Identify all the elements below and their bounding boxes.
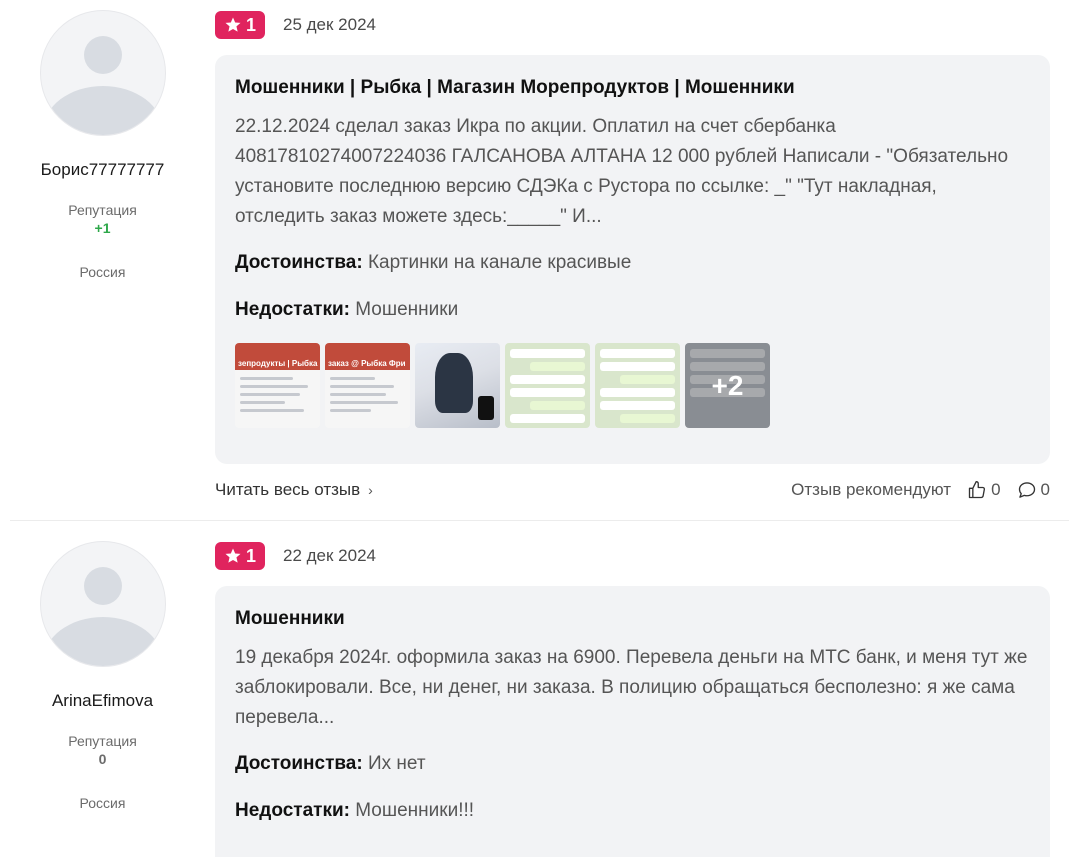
more-photos-count: +2 xyxy=(685,343,770,428)
comment-button[interactable]: 0 xyxy=(1017,480,1050,500)
review-item: ArinaEfimova Репутация 0 Россия 1 22 дек… xyxy=(0,521,1069,857)
reputation-value: +1 xyxy=(94,220,111,236)
photo-thumbnail[interactable]: заказ @ Рыбка Фри xyxy=(325,343,410,428)
pros-text: Картинки на канале красивые xyxy=(367,252,632,273)
avatar[interactable] xyxy=(39,541,166,667)
review-footer: Читать весь отзыв › Отзыв рекомендуют 0 … xyxy=(215,480,1050,500)
author-name[interactable]: Борис77777777 xyxy=(10,160,195,180)
comment-icon xyxy=(1018,482,1035,498)
pros-label: Достоинства: xyxy=(235,252,363,273)
avatar-placeholder-icon xyxy=(83,36,122,74)
read-more-link[interactable]: Читать весь отзыв › xyxy=(215,480,373,500)
rating-value: 1 xyxy=(245,14,256,35)
review-pros: Достоинства: Их нет xyxy=(235,753,1030,775)
cons-label: Недостатки: xyxy=(235,299,350,320)
star-icon xyxy=(225,548,241,563)
review-author: ArinaEfimova Репутация 0 Россия xyxy=(10,541,195,811)
read-more-label: Читать весь отзыв xyxy=(215,480,361,499)
thumbnail-caption: заказ @ Рыбка Фри xyxy=(328,359,406,368)
review-title[interactable]: Мошенники | Рыбка | Магазин Морепродукто… xyxy=(235,77,1030,99)
avatar-placeholder-icon xyxy=(83,567,122,605)
photo-thumbnail[interactable] xyxy=(595,343,680,428)
photo-thumbnail[interactable] xyxy=(505,343,590,428)
review-card: Мошенники | Рыбка | Магазин Морепродукто… xyxy=(215,55,1050,464)
review-stats: Отзыв рекомендуют 0 0 xyxy=(791,480,1050,500)
cons-text: Мошенники xyxy=(355,299,459,320)
review-date: 22 дек 2024 xyxy=(283,546,376,565)
author-country: Россия xyxy=(79,795,126,811)
photo-gallery: зепродукты | Рыбка | М заказ @ Рыбка Фри… xyxy=(235,343,1030,428)
thumbnail-caption: зепродукты | Рыбка | М xyxy=(238,359,320,368)
review-date: 25 дек 2024 xyxy=(283,15,376,34)
review-item: Борис77777777 Репутация +1 Россия 1 25 д… xyxy=(0,0,1069,520)
rating-badge: 1 xyxy=(215,542,265,570)
thumbs-up-icon xyxy=(968,481,986,499)
cons-text: Мошенники!!! xyxy=(355,800,475,821)
reputation-value: 0 xyxy=(98,751,107,767)
photo-thumbnail[interactable]: зепродукты | Рыбка | М xyxy=(235,343,320,428)
reputation-label: Репутация xyxy=(68,733,137,749)
star-icon xyxy=(225,17,241,32)
pros-text: Их нет xyxy=(367,753,426,774)
comment-count: 0 xyxy=(1040,480,1050,499)
review-card: Мошенники 19 декабря 2024г. оформила зак… xyxy=(215,586,1050,857)
photo-thumbnail[interactable] xyxy=(415,343,500,428)
chevron-right-icon: › xyxy=(368,482,373,498)
avatar[interactable] xyxy=(39,10,166,136)
pros-label: Достоинства: xyxy=(235,753,363,774)
author-name[interactable]: ArinaEfimova xyxy=(10,691,195,711)
author-country: Россия xyxy=(79,264,126,280)
cons-label: Недостатки: xyxy=(235,800,350,821)
more-photos-thumbnail[interactable]: +2 xyxy=(685,343,770,428)
review-cons: Недостатки: Мошенники xyxy=(235,299,1030,321)
recommend-label: Отзыв рекомендуют xyxy=(791,480,952,499)
reputation-label: Репутация xyxy=(68,202,137,218)
review-pros: Достоинства: Картинки на канале красивые xyxy=(235,252,1030,274)
rating-badge: 1 xyxy=(215,11,265,39)
rating-value: 1 xyxy=(245,545,256,566)
review-text: 19 декабря 2024г. оформила заказ на 6900… xyxy=(235,647,1028,728)
review-cons: Недостатки: Мошенники!!! xyxy=(235,800,1030,822)
review-author: Борис77777777 Репутация +1 Россия xyxy=(10,10,195,280)
review-title[interactable]: Мошенники xyxy=(235,608,1030,630)
review-meta: 1 22 дек 2024 xyxy=(215,542,376,570)
like-count: 0 xyxy=(991,480,1001,499)
review-meta: 1 25 дек 2024 xyxy=(215,11,376,39)
review-text: 22.12.2024 сделал заказ Икра по акции. О… xyxy=(235,116,1009,227)
like-button[interactable]: 0 xyxy=(967,480,1001,500)
